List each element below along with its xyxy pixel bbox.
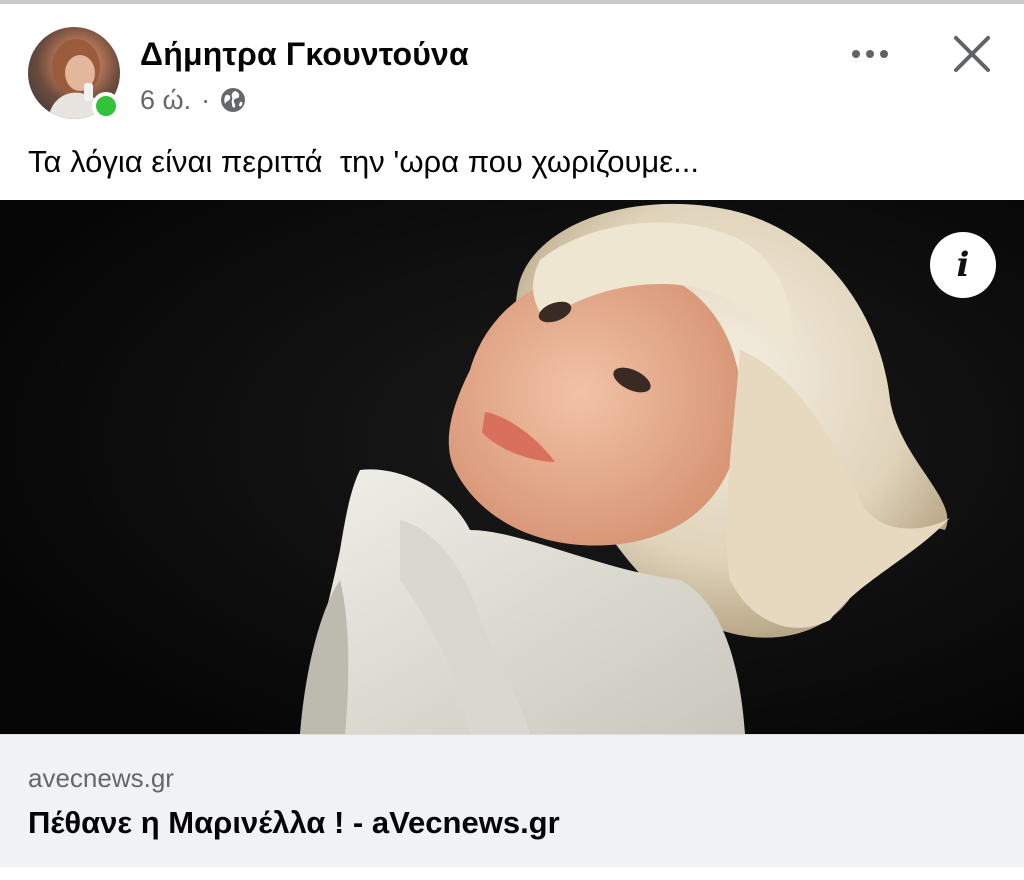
portrait-photo xyxy=(0,200,1024,734)
link-domain: avecnews.gr xyxy=(28,763,174,793)
post-meta: 6 ώ. · xyxy=(140,82,246,118)
close-button[interactable] xyxy=(948,30,996,78)
post-timestamp[interactable]: 6 ώ. xyxy=(140,85,191,116)
close-icon xyxy=(954,36,990,72)
meta-separator: · xyxy=(201,84,211,115)
online-status-indicator xyxy=(92,92,120,120)
post-text: Τα λόγια είναι περιττά την 'ωρα που χωρι… xyxy=(28,144,699,179)
globe-icon[interactable] xyxy=(220,87,246,113)
link-title[interactable]: Πέθανε η Μαρινέλλα ! - aVecnews.gr xyxy=(28,805,560,841)
more-dot xyxy=(852,50,860,58)
info-icon: i xyxy=(956,245,970,285)
author-name[interactable]: Δήμητρα Γκουντούνα xyxy=(140,36,469,73)
more-options-button[interactable] xyxy=(846,32,894,76)
info-button[interactable]: i xyxy=(930,232,996,298)
more-dot xyxy=(866,50,874,58)
post-image[interactable] xyxy=(0,200,1024,734)
more-dot xyxy=(880,50,888,58)
link-preview-card[interactable]: avecnews.gr Πέθανε η Μαρινέλλα ! - aVecn… xyxy=(0,734,1024,867)
